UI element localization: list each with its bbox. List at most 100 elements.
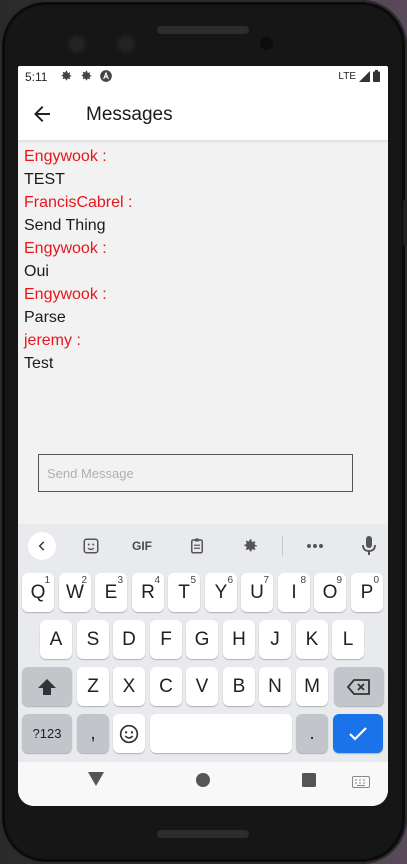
- key-hint: 3: [117, 575, 123, 586]
- key-p[interactable]: P0: [351, 573, 383, 612]
- circle-home-icon: [196, 773, 210, 787]
- key-label: R: [141, 581, 155, 603]
- key-k[interactable]: K: [296, 620, 328, 659]
- key-g[interactable]: G: [186, 620, 218, 659]
- message-author: Engywook :: [24, 240, 107, 257]
- microphone-icon: [362, 536, 376, 555]
- key-label: Y: [214, 581, 228, 603]
- arrow-back-icon: [34, 106, 50, 122]
- key-a[interactable]: A: [40, 620, 72, 659]
- key-z[interactable]: Z: [77, 667, 109, 706]
- message-item: Engywook : Oui: [24, 238, 384, 284]
- battery-icon: [373, 70, 380, 82]
- back-button[interactable]: [30, 102, 54, 126]
- key-label: P: [360, 581, 374, 603]
- key-hint: 6: [227, 575, 233, 586]
- toolbar-divider: [282, 536, 283, 556]
- message-author: jeremy :: [24, 332, 81, 349]
- gif-button[interactable]: GIF: [126, 535, 158, 557]
- emoji-icon: [119, 724, 139, 743]
- key-hint: 4: [154, 575, 160, 586]
- key-m[interactable]: M: [296, 667, 328, 706]
- key-h[interactable]: H: [223, 620, 255, 659]
- key-y[interactable]: Y6: [205, 573, 237, 612]
- status-system-icons: LTE: [338, 70, 380, 82]
- key-t[interactable]: T5: [168, 573, 200, 612]
- key-r[interactable]: R4: [132, 573, 164, 612]
- message-author: Engywook :: [24, 148, 107, 165]
- app-bar: Messages: [18, 88, 388, 141]
- key-hint: 1: [44, 575, 50, 586]
- key-i[interactable]: I8: [278, 573, 310, 612]
- key-n[interactable]: N: [259, 667, 291, 706]
- clipboard-button[interactable]: [186, 535, 208, 557]
- message-list: Engywook : TEST FrancisCabrel : Send Thi…: [24, 146, 384, 376]
- more-options-button[interactable]: [304, 535, 326, 557]
- message-text: Send Thing: [24, 217, 106, 234]
- voice-input-button[interactable]: [358, 535, 380, 557]
- message-text: Test: [24, 355, 54, 372]
- backspace-icon: [347, 678, 370, 695]
- key-d[interactable]: D: [113, 620, 145, 659]
- sticker-button[interactable]: [80, 535, 102, 557]
- key-e[interactable]: E3: [95, 573, 127, 612]
- key-s[interactable]: S: [77, 620, 109, 659]
- message-item: FrancisCabrel : Send Thing: [24, 192, 384, 238]
- check-icon: [349, 726, 367, 741]
- message-item: Engywook : Parse: [24, 284, 384, 330]
- key-o[interactable]: O9: [314, 573, 346, 612]
- key-j[interactable]: J: [259, 620, 291, 659]
- key-u[interactable]: U7: [241, 573, 273, 612]
- key-x[interactable]: X: [113, 667, 145, 706]
- square-recents-icon: [302, 773, 316, 787]
- key-f[interactable]: F: [150, 620, 182, 659]
- key-hint: 8: [300, 575, 306, 586]
- symbols-key[interactable]: ?123: [22, 714, 72, 753]
- comma-key[interactable]: ,: [77, 714, 109, 753]
- key-l[interactable]: L: [332, 620, 364, 659]
- key-q[interactable]: Q1: [22, 573, 54, 612]
- soft-keyboard: GIF Q1 W2 E3 R4 T5 Y6 U 7 I 8 O 9 P 0 A …: [18, 524, 388, 762]
- spacebar-key[interactable]: [150, 714, 292, 753]
- proximity-sensor: [260, 37, 273, 50]
- send-message-input[interactable]: [38, 454, 353, 492]
- system-navigation-bar: [18, 762, 388, 806]
- keyboard-icon: [352, 776, 370, 788]
- shift-key[interactable]: [22, 667, 72, 706]
- key-label: Q: [30, 581, 46, 603]
- chevron-left-icon: [38, 541, 45, 551]
- key-w[interactable]: W2: [59, 573, 91, 612]
- clipboard-icon: [191, 538, 203, 554]
- key-label: O: [322, 581, 338, 603]
- status-time: 5:11: [25, 70, 48, 84]
- message-text: TEST: [24, 171, 65, 188]
- toolbar-collapse-button[interactable]: [28, 532, 56, 560]
- key-v[interactable]: V: [186, 667, 218, 706]
- key-c[interactable]: C: [150, 667, 182, 706]
- page-title: Messages: [86, 104, 173, 125]
- period-key[interactable]: .: [296, 714, 328, 753]
- key-b[interactable]: B: [223, 667, 255, 706]
- message-text: Oui: [24, 263, 49, 280]
- bottom-speaker: [157, 830, 249, 838]
- message-item: Engywook : TEST: [24, 146, 384, 192]
- nav-recents-button[interactable]: [302, 773, 316, 787]
- key-label: E: [104, 581, 118, 603]
- message-author: FrancisCabrel :: [24, 194, 133, 211]
- phone-frame: 5:11 LTE Messages Engywook : TEST Franci…: [0, 0, 407, 864]
- key-hint: 0: [373, 575, 379, 586]
- nav-home-button[interactable]: [195, 772, 211, 788]
- keyboard-switch-button[interactable]: [352, 775, 370, 788]
- backspace-key[interactable]: [334, 667, 384, 706]
- key-hint: 5: [190, 575, 196, 586]
- network-type: LTE: [338, 70, 356, 82]
- status-bar: 5:11 LTE: [18, 66, 388, 88]
- key-hint: 2: [81, 575, 87, 586]
- done-key[interactable]: [333, 714, 383, 753]
- gear-icon: [244, 539, 257, 552]
- settings-notification-icon: [81, 70, 92, 81]
- key-hint: 7: [263, 575, 269, 586]
- emoji-key[interactable]: [113, 714, 145, 753]
- keyboard-settings-button[interactable]: [239, 535, 261, 557]
- nav-back-button[interactable]: [88, 772, 104, 788]
